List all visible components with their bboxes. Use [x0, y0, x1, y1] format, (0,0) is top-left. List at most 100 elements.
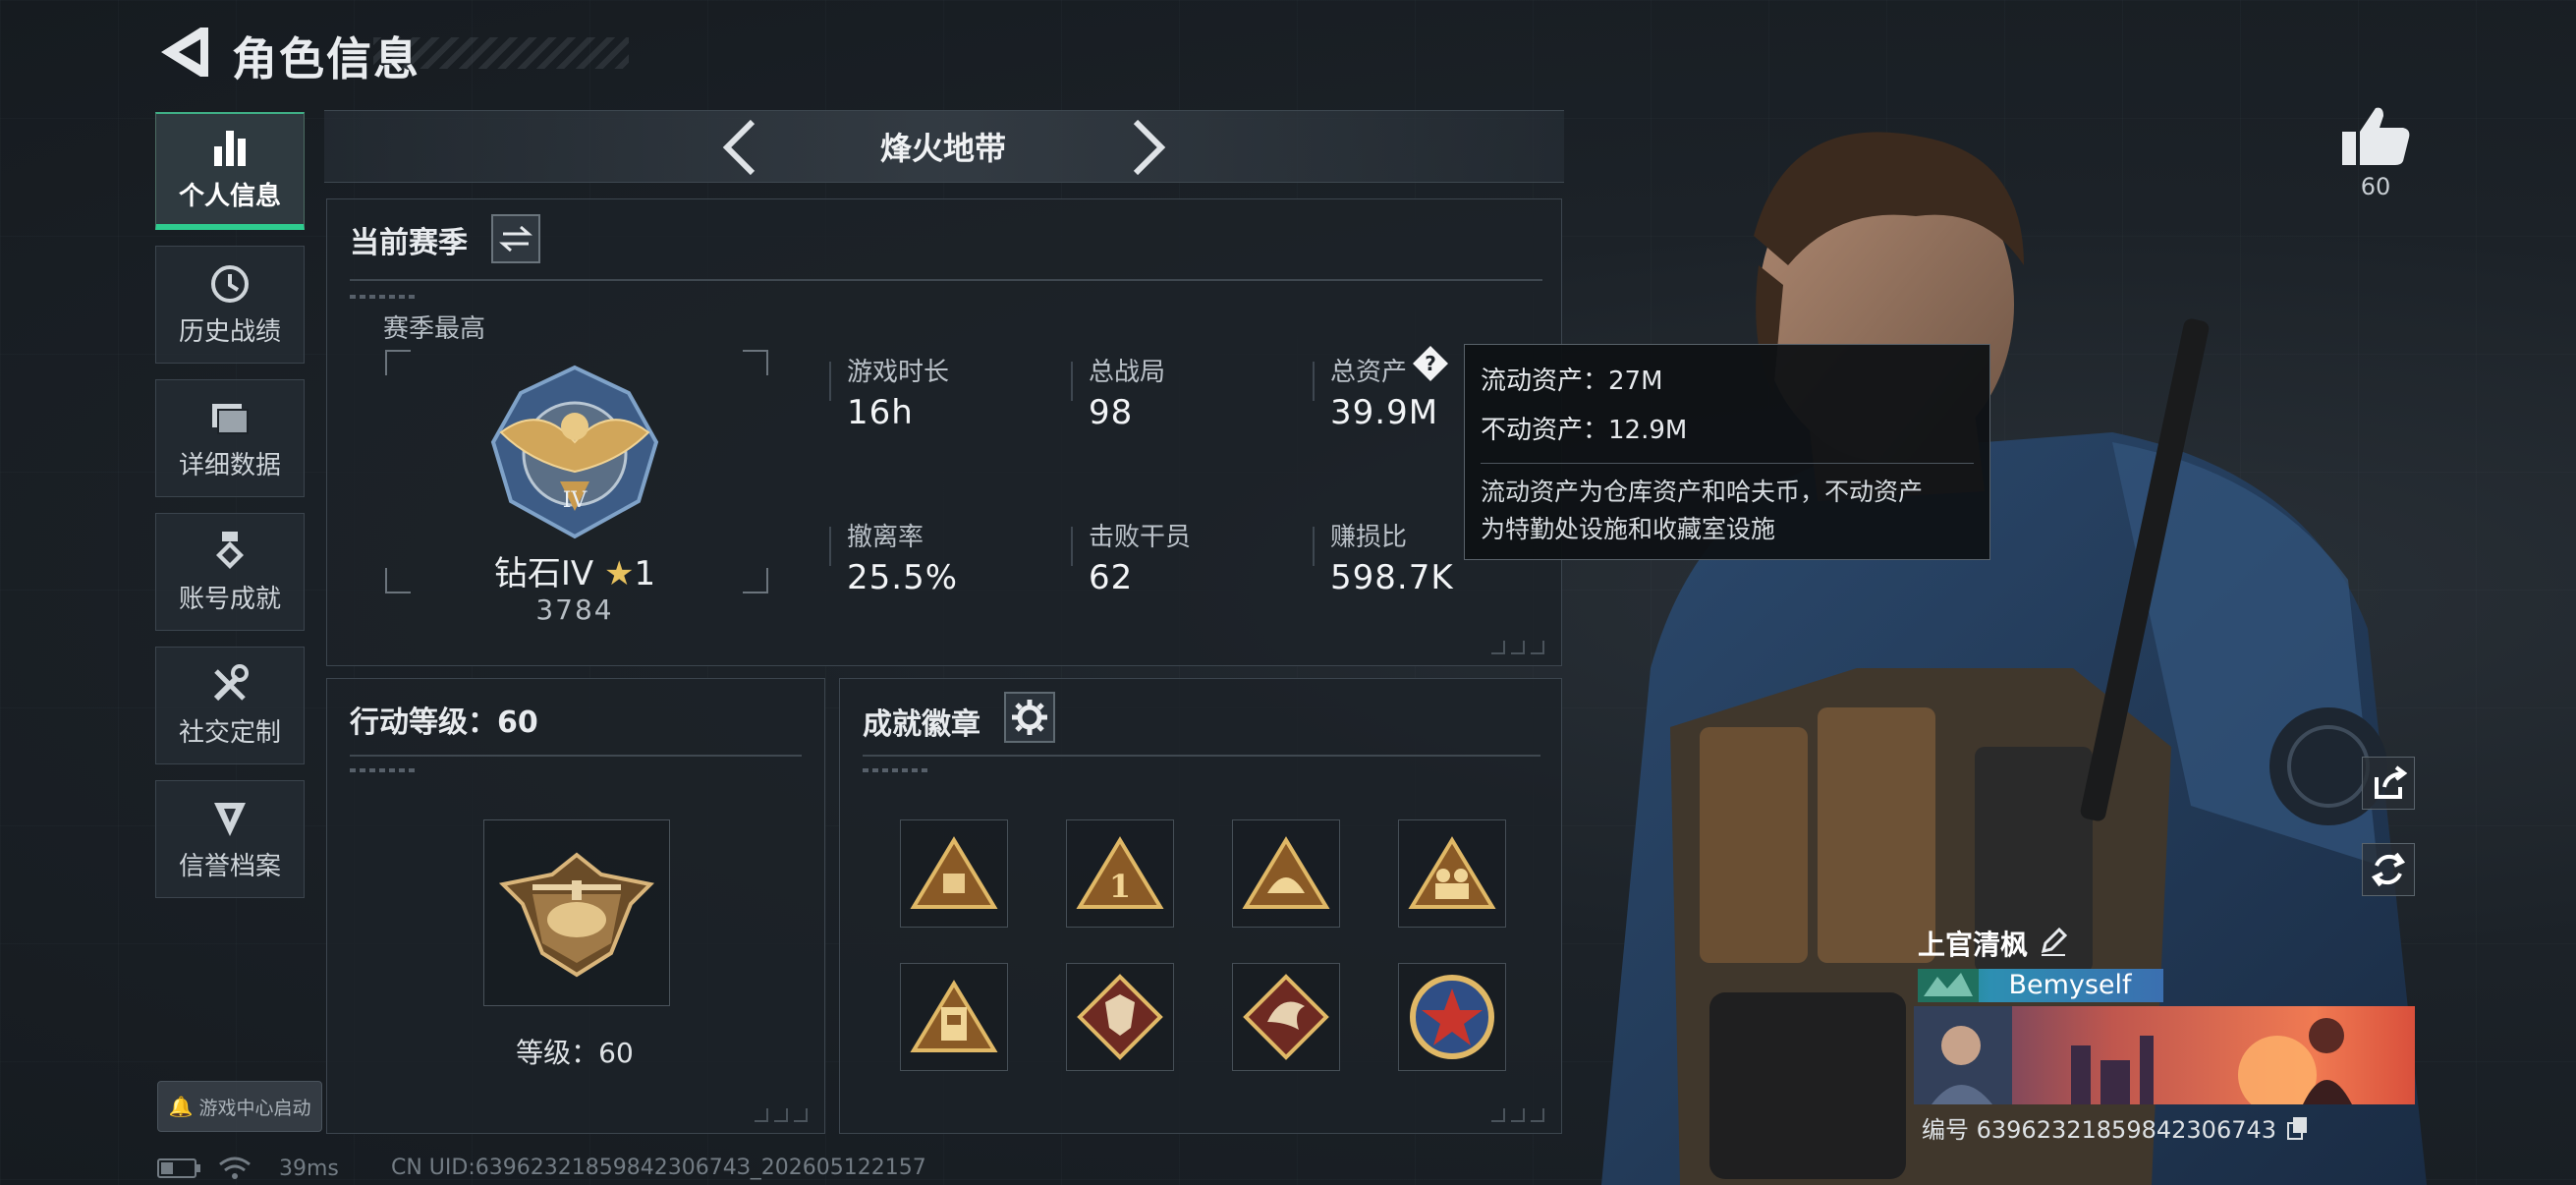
sidebar-item-social[interactable]: 社交定制	[155, 647, 305, 764]
rank-emblem-icon: IV	[490, 365, 659, 539]
uid-text: CN UID:6396232185984230674З_202605122157	[391, 1156, 926, 1180]
gear-icon	[1012, 700, 1047, 735]
sidebar-item-label: 详细数据	[178, 450, 281, 480]
share-icon	[2375, 765, 2408, 799]
game-center-label: 游戏中心启动	[198, 1097, 311, 1119]
achievement-badge[interactable]	[900, 963, 1008, 1071]
badge-triangle-suitcase-icon	[910, 836, 998, 909]
player-name: 上官清枫	[1918, 929, 2029, 961]
folder-icon	[212, 403, 249, 434]
badge-star-round-icon	[1410, 975, 1494, 1059]
reputation-icon	[214, 802, 246, 836]
badge-triangle-building-icon	[910, 980, 998, 1052]
achievement-badge[interactable]	[900, 819, 1008, 928]
tooltip-divider	[1481, 463, 1974, 464]
sidebar-item-personal-info[interactable]: 个人信息	[155, 112, 305, 230]
season-panel-title: 当前赛季	[350, 226, 468, 260]
corner-decoration	[755, 1108, 817, 1124]
achievement-badge[interactable]	[1232, 819, 1340, 928]
achievement-badge[interactable]	[1398, 819, 1506, 928]
stat-value: 39.9M	[1330, 393, 1439, 432]
sidebar-item-reputation[interactable]: 信誉档案	[155, 780, 305, 898]
copy-icon[interactable]	[2284, 1115, 2310, 1141]
rank-name: 钻石IV	[493, 554, 594, 593]
stat-separator	[1313, 527, 1315, 566]
help-icon[interactable]: ?	[1411, 344, 1450, 383]
divider-decoration	[350, 768, 419, 772]
frame-corner	[385, 568, 411, 593]
tooltip-description-line2: 为特勤处设施和收藏室设施	[1481, 515, 1776, 543]
stat-value: 62	[1089, 558, 1134, 597]
sidebar-item-label: 历史战绩	[178, 316, 281, 347]
stat-separator	[1071, 527, 1073, 566]
swap-icon	[499, 225, 532, 253]
sidebar-item-label: 个人信息	[178, 181, 281, 211]
bell-icon: 🔔	[168, 1095, 194, 1118]
status-bar: 39ms	[157, 1156, 339, 1181]
helicopter-badge-icon	[498, 852, 655, 978]
mode-title: 烽火地带	[879, 130, 1006, 167]
medal-icon	[216, 531, 244, 569]
frame-corner	[743, 568, 768, 593]
svg-text:1: 1	[1109, 868, 1131, 905]
achievement-badge[interactable]	[1066, 963, 1174, 1071]
divider	[350, 755, 802, 757]
level-text: 等级：60	[516, 1037, 634, 1069]
stat-value: 16h	[847, 393, 914, 432]
badge-diamond-dragon-icon	[1243, 974, 1329, 1060]
season-peak-label: 赛季最高	[383, 314, 486, 344]
page-title: 角色信息	[232, 32, 420, 85]
thumbs-up-icon[interactable]	[2338, 102, 2413, 169]
divider-decoration	[863, 768, 931, 772]
stat-label: 总资产	[1330, 358, 1408, 387]
sidebar-item-details[interactable]: 详细数据	[155, 379, 305, 497]
rank-score: 3784	[535, 593, 614, 626]
stat-separator	[829, 527, 831, 566]
stat-label: 击败干员	[1089, 523, 1192, 552]
sidebar-item-label: 社交定制	[178, 717, 281, 748]
achievement-badge[interactable]	[1398, 963, 1506, 1071]
achievement-badge[interactable]: 1	[1066, 819, 1174, 928]
chevron-left-icon[interactable]	[717, 118, 762, 177]
sidebar-item-history[interactable]: 历史战绩	[155, 246, 305, 364]
refresh-icon	[2371, 852, 2406, 887]
divider	[863, 755, 1540, 757]
game-center-launch-button[interactable]: 🔔 游戏中心启动	[157, 1081, 322, 1132]
edit-pencil-icon[interactable]	[2038, 926, 2069, 957]
achievements-title: 成就徽章	[863, 707, 980, 742]
player-uid: 编号 639623218598423067​43	[1922, 1116, 2277, 1144]
corner-decoration	[1491, 1108, 1554, 1124]
tooltip-liquid-assets: 流动资产：27M	[1481, 367, 1663, 396]
bar-chart-icon	[214, 130, 246, 166]
season-swap-button[interactable]	[491, 214, 540, 263]
rank-name-row: 钻石IV ★1	[452, 546, 698, 594]
assets-tooltip: 流动资产：27M 不动资产：12.9M 流动资产为仓库资产和哈夫币，不动资产 为…	[1464, 344, 1990, 560]
achievement-settings-button[interactable]	[1004, 692, 1055, 743]
wifi-icon	[219, 1157, 251, 1179]
stat-label: 游戏时长	[847, 358, 950, 387]
history-clock-icon	[211, 264, 249, 303]
action-level-title: 行动等级：60	[350, 705, 538, 740]
back-arrow-icon[interactable]	[147, 22, 216, 83]
stat-label: 总战局	[1089, 358, 1166, 387]
tools-icon	[213, 663, 249, 701]
like-count: 60	[2360, 173, 2391, 200]
divider	[350, 279, 1542, 281]
sidebar: 个人信息 历史战绩 详细数据 账号成就 社交定制 信誉档案	[155, 112, 305, 914]
refresh-button[interactable]	[2362, 843, 2415, 896]
tooltip-description-line1: 流动资产为仓库资产和哈夫币，不动资产	[1481, 478, 1924, 506]
frame-corner	[385, 350, 411, 375]
tooltip-fixed-assets: 不动资产：12.9M	[1481, 416, 1688, 445]
corner-decoration	[1491, 641, 1554, 656]
achievement-badge[interactable]	[1232, 963, 1340, 1071]
stat-value: 98	[1089, 393, 1134, 432]
badge-diamond-wolf-icon	[1077, 974, 1163, 1060]
stat-value: 25.5%	[847, 558, 959, 597]
ping-text: 39ms	[279, 1156, 339, 1181]
chevron-right-icon[interactable]	[1126, 118, 1171, 177]
sidebar-item-achievements[interactable]: 账号成就	[155, 513, 305, 631]
stat-value: 598.7K	[1330, 558, 1454, 597]
player-uid-row: 编号 639623218598423067​43	[1922, 1110, 2310, 1145]
divider-decoration	[350, 295, 419, 299]
share-button[interactable]	[2362, 757, 2415, 810]
